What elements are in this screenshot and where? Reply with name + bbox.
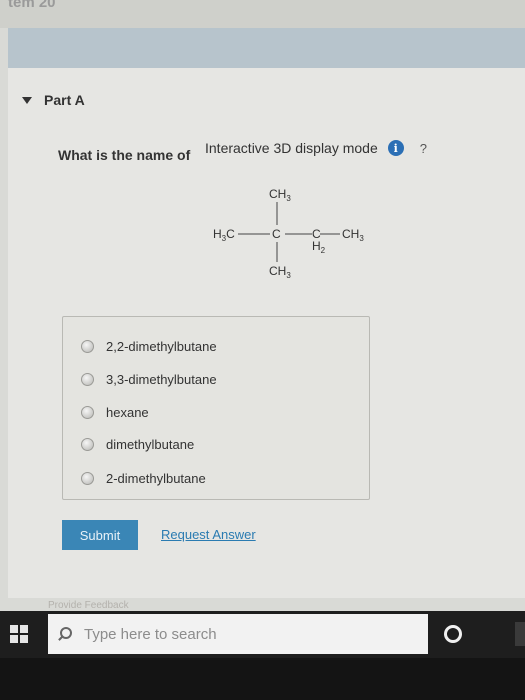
answer-label: 2-dimethylbutane <box>106 471 206 486</box>
cortana-icon[interactable] <box>437 618 469 650</box>
radio-button[interactable] <box>81 438 94 451</box>
windows-start-icon[interactable] <box>10 625 28 643</box>
header-bar <box>8 28 525 68</box>
item-title: tem 20 <box>8 0 56 11</box>
part-a-toggle[interactable]: Part A <box>22 92 85 108</box>
answer-option[interactable]: 3,3-dimethylbutane <box>81 372 217 387</box>
answer-option[interactable]: hexane <box>81 405 149 420</box>
methylene-hydrogens: H2 <box>312 239 326 255</box>
radio-button[interactable] <box>81 472 94 485</box>
right-methyl: CH3 <box>342 227 364 243</box>
top-methyl: CH3 <box>269 187 291 203</box>
part-label: Part A <box>44 92 85 108</box>
info-icon[interactable]: i <box>387 140 404 156</box>
radio-button[interactable] <box>81 340 94 353</box>
quaternary-carbon: C <box>272 227 281 241</box>
answer-label: 2,2-dimethylbutane <box>106 339 217 354</box>
taskbar-search-box[interactable]: Type here to search <box>48 614 428 654</box>
search-placeholder: Type here to search <box>84 625 217 643</box>
request-answer-link[interactable]: Request Answer <box>161 527 256 542</box>
question-text: What is the name of <box>58 147 191 163</box>
provide-feedback-link[interactable]: Provide Feedback <box>48 600 129 611</box>
search-icon <box>58 627 72 641</box>
radio-button[interactable] <box>81 406 94 419</box>
molecule-structure: CH3 H3C C C H2 CH3 CH3 <box>213 187 364 280</box>
taskbar-app-edge[interactable] <box>515 622 525 646</box>
help-icon[interactable]: ? <box>420 141 427 156</box>
top-strip: tem 20 <box>0 0 525 28</box>
answer-label: hexane <box>106 405 149 420</box>
radio-button[interactable] <box>81 373 94 386</box>
answer-label: dimethylbutane <box>106 437 195 452</box>
display-mode-label[interactable]: Interactive 3D display mode <box>205 140 378 156</box>
answer-label: 3,3-dimethylbutane <box>106 372 217 387</box>
answer-option[interactable]: dimethylbutane <box>81 437 194 452</box>
answer-option[interactable]: 2-dimethylbutane <box>81 471 206 486</box>
left-methyl: H3C <box>213 227 235 243</box>
submit-button[interactable]: Submit <box>62 520 138 550</box>
collapse-triangle-icon[interactable] <box>22 96 32 104</box>
display-mode-row: Interactive 3D display mode i ? <box>205 140 427 156</box>
bottom-methyl: CH3 <box>269 264 291 280</box>
answer-option[interactable]: 2,2-dimethylbutane <box>81 339 217 354</box>
answer-choices: 2,2-dimethylbutane 3,3-dimethylbutane he… <box>62 316 370 500</box>
